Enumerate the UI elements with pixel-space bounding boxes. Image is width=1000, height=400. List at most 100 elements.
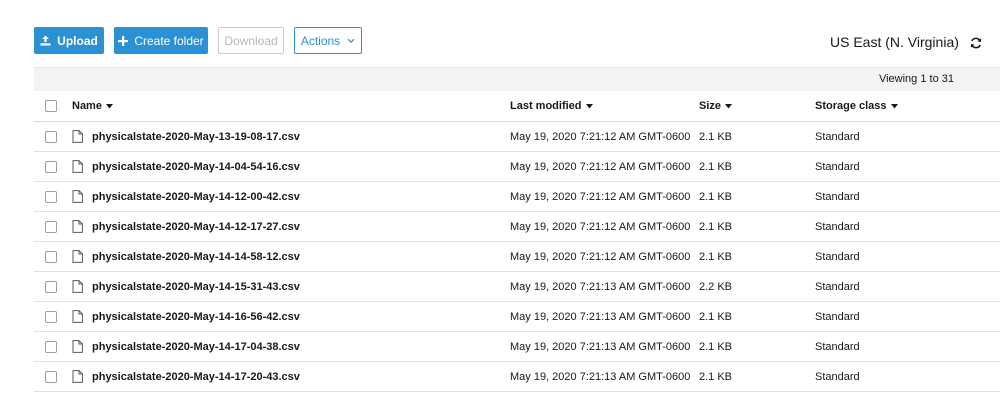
file-icon: [72, 340, 83, 353]
file-name-link[interactable]: physicalstate-2020-May-14-17-20-43.csv: [92, 371, 300, 383]
size-value: 2.1 KB: [699, 130, 733, 143]
sort-down-icon: [725, 103, 733, 109]
last-modified-value: May 19, 2020 7:21:12 AM GMT-0600: [510, 220, 691, 233]
file-name-link[interactable]: physicalstate-2020-May-14-16-56-42.csv: [92, 311, 300, 323]
download-button-label: Download: [224, 33, 278, 48]
file-name-link[interactable]: physicalstate-2020-May-14-04-54-16.csv: [92, 161, 300, 173]
refresh-icon[interactable]: [969, 36, 983, 50]
table-row[interactable]: physicalstate-2020-May-14-04-54-16.csv M…: [34, 152, 1000, 182]
table-row[interactable]: physicalstate-2020-May-14-14-58-12.csv M…: [34, 242, 1000, 272]
row-checkbox[interactable]: [45, 160, 57, 173]
row-checkbox[interactable]: [45, 340, 57, 353]
column-header-name-label: Name: [72, 100, 102, 112]
select-all-checkbox[interactable]: [45, 100, 57, 112]
actions-dropdown-label: Actions: [300, 33, 341, 48]
storage-class-value: Standard: [815, 250, 860, 263]
region-selector[interactable]: US East (N. Virginia): [830, 34, 959, 50]
row-select-cell: [45, 212, 57, 241]
file-name-link[interactable]: physicalstate-2020-May-14-17-04-38.csv: [92, 341, 300, 353]
file-name-cell: physicalstate-2020-May-14-14-58-12.csv: [72, 242, 300, 271]
file-name-cell: physicalstate-2020-May-14-16-56-42.csv: [72, 302, 300, 331]
last-modified-value: May 19, 2020 7:21:13 AM GMT-0600: [510, 280, 691, 293]
storage-class-value: Standard: [815, 190, 860, 203]
file-name-cell: physicalstate-2020-May-13-19-08-17.csv: [72, 122, 300, 151]
table-row[interactable]: physicalstate-2020-May-14-17-04-38.csv M…: [34, 332, 1000, 362]
file-icon: [72, 310, 83, 323]
row-checkbox[interactable]: [45, 130, 57, 143]
column-header-storage-class-label: Storage class: [815, 100, 887, 112]
row-select-cell: [45, 332, 57, 361]
file-name-link[interactable]: physicalstate-2020-May-14-12-17-27.csv: [92, 221, 300, 233]
actions-dropdown[interactable]: Actions: [294, 27, 362, 54]
last-modified-value: May 19, 2020 7:21:12 AM GMT-0600: [510, 190, 691, 203]
storage-class-value: Standard: [815, 370, 860, 383]
file-name-cell: physicalstate-2020-May-14-12-00-42.csv: [72, 182, 300, 211]
row-select-cell: [45, 182, 57, 211]
upload-button[interactable]: Upload: [34, 27, 104, 54]
chevron-down-icon: [347, 38, 355, 44]
file-icon: [72, 130, 83, 143]
last-modified-value: May 19, 2020 7:21:13 AM GMT-0600: [510, 340, 691, 353]
download-button[interactable]: Download: [218, 27, 284, 54]
file-icon: [72, 250, 83, 263]
table-row[interactable]: physicalstate-2020-May-14-15-31-43.csv M…: [34, 272, 1000, 302]
table-body: physicalstate-2020-May-13-19-08-17.csv M…: [34, 122, 1000, 392]
sort-down-icon: [585, 103, 593, 109]
sort-down-icon: [890, 103, 898, 109]
storage-class-value: Standard: [815, 220, 860, 233]
size-value: 2.1 KB: [699, 190, 733, 203]
row-checkbox[interactable]: [45, 370, 57, 383]
file-icon: [72, 280, 83, 293]
pagination-bar: Viewing 1 to 31: [34, 67, 1000, 91]
row-checkbox[interactable]: [45, 310, 57, 323]
table-row[interactable]: physicalstate-2020-May-14-16-56-42.csv M…: [34, 302, 1000, 332]
last-modified-value: May 19, 2020 7:21:13 AM GMT-0600: [510, 310, 691, 323]
last-modified-value: May 19, 2020 7:21:12 AM GMT-0600: [510, 130, 691, 143]
file-icon: [72, 220, 83, 233]
size-value: 2.1 KB: [699, 220, 733, 233]
file-name-cell: physicalstate-2020-May-14-12-17-27.csv: [72, 212, 300, 241]
last-modified-value: May 19, 2020 7:21:12 AM GMT-0600: [510, 250, 691, 263]
create-folder-button[interactable]: Create folder: [114, 27, 208, 54]
file-name-link[interactable]: physicalstate-2020-May-14-15-31-43.csv: [92, 281, 300, 293]
file-name-cell: physicalstate-2020-May-14-04-54-16.csv: [72, 152, 300, 181]
row-checkbox[interactable]: [45, 250, 57, 263]
column-header-name[interactable]: Name: [72, 91, 113, 121]
size-value: 2.1 KB: [699, 310, 733, 323]
size-value: 2.1 KB: [699, 370, 733, 383]
row-select-cell: [45, 272, 57, 301]
storage-class-value: Standard: [815, 310, 860, 323]
file-name-link[interactable]: physicalstate-2020-May-13-19-08-17.csv: [92, 131, 300, 143]
upload-button-label: Upload: [57, 33, 98, 48]
column-header-storage-class[interactable]: Storage class: [815, 91, 898, 121]
table-row[interactable]: physicalstate-2020-May-13-19-08-17.csv M…: [34, 122, 1000, 152]
column-header-last-modified[interactable]: Last modified: [510, 91, 593, 121]
column-header-last-modified-label: Last modified: [510, 100, 582, 112]
file-name-cell: physicalstate-2020-May-14-15-31-43.csv: [72, 272, 300, 301]
file-icon: [72, 370, 83, 383]
storage-class-value: Standard: [815, 130, 860, 143]
file-name-cell: physicalstate-2020-May-14-17-20-43.csv: [72, 362, 300, 391]
row-checkbox[interactable]: [45, 190, 57, 203]
column-header-size[interactable]: Size: [699, 91, 733, 121]
row-checkbox[interactable]: [45, 280, 57, 293]
storage-class-value: Standard: [815, 160, 860, 173]
size-value: 2.2 KB: [699, 280, 733, 293]
row-checkbox[interactable]: [45, 220, 57, 233]
file-icon: [72, 190, 83, 203]
row-select-cell: [45, 242, 57, 271]
viewing-count: Viewing 1 to 31: [878, 73, 954, 85]
size-value: 2.1 KB: [699, 250, 733, 263]
file-name-link[interactable]: physicalstate-2020-May-14-12-00-42.csv: [92, 191, 300, 203]
objects-table: Name Last modified Size Storage class ph…: [34, 91, 1000, 392]
file-name-link[interactable]: physicalstate-2020-May-14-14-58-12.csv: [92, 251, 300, 263]
column-header-size-label: Size: [699, 100, 722, 112]
last-modified-value: May 19, 2020 7:21:13 AM GMT-0600: [510, 370, 691, 383]
table-row[interactable]: physicalstate-2020-May-14-12-00-42.csv M…: [34, 182, 1000, 212]
table-row[interactable]: physicalstate-2020-May-14-17-20-43.csv M…: [34, 362, 1000, 392]
file-name-cell: physicalstate-2020-May-14-17-04-38.csv: [72, 332, 300, 361]
toolbar: Upload Create folder Download Actions: [34, 27, 372, 54]
create-folder-button-label: Create folder: [134, 33, 204, 48]
sort-down-icon: [105, 103, 113, 109]
table-row[interactable]: physicalstate-2020-May-14-12-17-27.csv M…: [34, 212, 1000, 242]
